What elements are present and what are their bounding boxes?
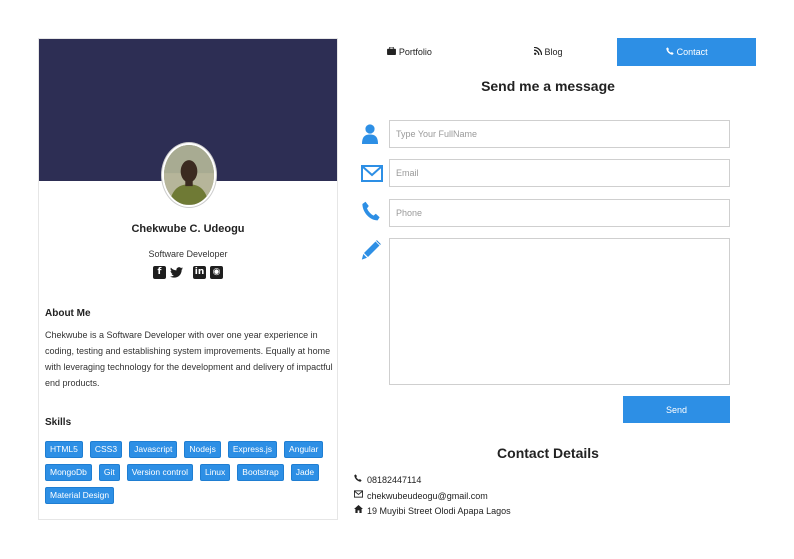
skill-tag: Jade [290, 464, 320, 481]
rss-icon [533, 46, 542, 57]
about-text: Chekwube is a Software Developer with ov… [45, 330, 333, 388]
phone-field-icon [360, 200, 382, 222]
phone-field[interactable] [389, 199, 730, 227]
skills-list: HTML5 CSS3 Javascript Nodejs Express.js … [45, 441, 333, 504]
github-icon[interactable]: ◉ [210, 266, 223, 279]
avatar-photo [164, 145, 214, 205]
contact-address-text: 19 Muyibi Street Olodi Apapa Lagos [367, 505, 511, 516]
skills-title: Skills [45, 417, 72, 428]
contact-phone: 08182447114 [354, 474, 421, 485]
contact-phone-text: 08182447114 [367, 474, 422, 485]
envelope-icon [354, 490, 364, 501]
home-icon [354, 505, 364, 516]
contact-address: 19 Muyibi Street Olodi Apapa Lagos [354, 505, 511, 516]
tab-contact[interactable]: Contact [617, 38, 757, 66]
skill-tag: MongoDb [45, 464, 92, 481]
facebook-icon[interactable]: f [153, 266, 166, 279]
skill-tag: Nodejs [184, 441, 221, 458]
tab-blog-label: Blog [544, 47, 563, 57]
skill-tag: Git [98, 464, 120, 481]
tab-portfolio-label: Portfolio [398, 47, 432, 57]
profile-card: Chekwube C. Udeogu Software Developer f … [38, 38, 338, 520]
social-links: f in ◉ [39, 266, 337, 279]
email-field[interactable] [389, 159, 730, 187]
twitter-icon[interactable] [170, 266, 183, 279]
tab-portfolio[interactable]: Portfolio [340, 38, 479, 66]
skill-tag: Linux [199, 464, 231, 481]
user-icon [359, 123, 381, 145]
contact-email-text[interactable]: chekwubeudeogu@gmail.com [367, 491, 488, 501]
envelope-icon [361, 162, 383, 184]
tab-contact-label: Contact [676, 47, 708, 57]
skill-tag: Angular [284, 441, 324, 458]
about-title: About Me [45, 308, 91, 319]
skill-tag: Material Design [45, 487, 115, 504]
contact-title: Contact Details [497, 445, 599, 461]
nav-tabs: Portfolio Blog Contact [340, 38, 757, 66]
skill-tag: Javascript [129, 441, 178, 458]
tab-blog[interactable]: Blog [478, 38, 618, 66]
message-field[interactable] [389, 238, 730, 385]
skill-tag: Version control [126, 464, 193, 481]
avatar [162, 143, 216, 207]
skill-tag: Express.js [227, 441, 278, 458]
skill-tag: CSS3 [89, 441, 123, 458]
linkedin-icon[interactable]: in [193, 266, 206, 279]
pencil-icon [360, 240, 382, 262]
phone-icon [665, 47, 674, 57]
form-title: Send me a message [481, 78, 615, 94]
skill-tag: Bootstrap [237, 464, 284, 481]
send-button[interactable]: Send [623, 396, 730, 423]
briefcase-icon [386, 46, 396, 57]
fullname-field[interactable] [389, 120, 730, 148]
phone-icon [354, 474, 364, 485]
skill-tag: HTML5 [45, 441, 83, 458]
contact-email: chekwubeudeogu@gmail.com [354, 490, 488, 501]
profile-role: Software Developer [148, 249, 228, 259]
profile-name: Chekwube C. Udeogu [131, 223, 245, 235]
